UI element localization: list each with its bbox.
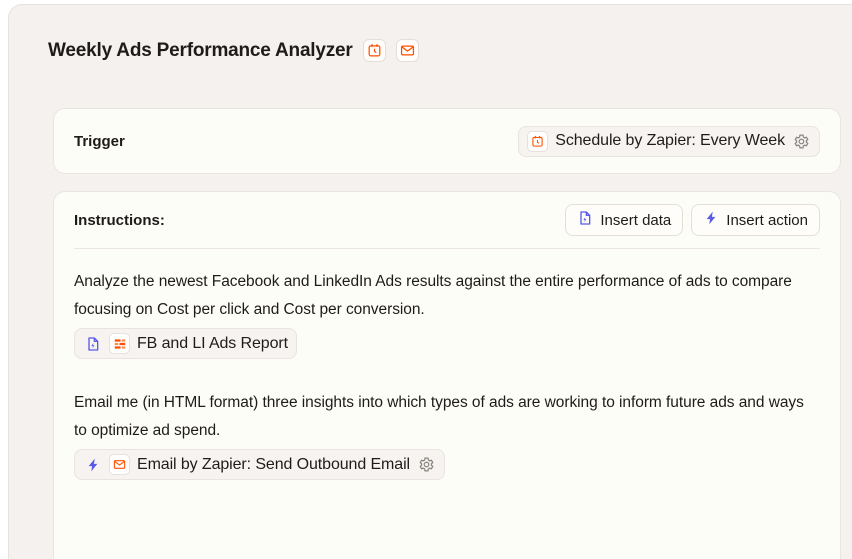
action-step-label: Email by Zapier: Send Outbound Email: [137, 455, 410, 473]
zapier-tables-icon: [109, 333, 130, 354]
lightning-bolt-icon: [703, 210, 719, 230]
instructions-label: Instructions:: [74, 211, 165, 229]
instructions-card: Instructions: Insert data Insert action …: [53, 191, 841, 559]
file-lightning-icon: [83, 333, 102, 354]
email-envelope-icon[interactable]: [395, 39, 419, 62]
instructions-header: Instructions: Insert data Insert action: [54, 192, 840, 248]
insert-action-label: Insert action: [726, 211, 808, 229]
instructions-toolbar: Insert data Insert action: [565, 204, 820, 236]
data-source-label: FB and LI Ads Report: [137, 334, 288, 352]
data-source-pill[interactable]: FB and LI Ads Report: [74, 328, 297, 359]
insert-data-button[interactable]: Insert data: [565, 204, 684, 236]
automation-editor-shell: Weekly Ads Performance Analyzer Trigger: [8, 4, 852, 559]
action-step-pill[interactable]: Email by Zapier: Send Outbound Email: [74, 449, 445, 480]
lightning-bolt-icon: [83, 454, 102, 475]
trigger-card: Trigger Schedule by Zapier: Every Week: [53, 108, 841, 174]
file-lightning-icon: [577, 210, 593, 230]
title-row: Weekly Ads Performance Analyzer: [48, 39, 419, 62]
insert-action-button[interactable]: Insert action: [691, 204, 820, 236]
header-divider: [74, 248, 820, 249]
trigger-step-label: Schedule by Zapier: Every Week: [555, 132, 785, 149]
instructions-body[interactable]: Analyze the newest Facebook and LinkedIn…: [74, 268, 820, 480]
page-title: Weekly Ads Performance Analyzer: [48, 39, 353, 61]
schedule-calendar-icon[interactable]: [362, 39, 386, 62]
instruction-paragraph: Email me (in HTML format) three insights…: [74, 394, 804, 439]
trigger-label: Trigger: [74, 132, 125, 150]
insert-data-label: Insert data: [600, 211, 672, 229]
trigger-step-pill[interactable]: Schedule by Zapier: Every Week: [518, 125, 820, 157]
schedule-calendar-icon: [527, 130, 549, 152]
instruction-pill-row: Email by Zapier: Send Outbound Email: [74, 449, 820, 480]
gear-icon[interactable]: [792, 131, 811, 152]
gear-icon[interactable]: [417, 454, 436, 475]
email-envelope-icon: [109, 454, 130, 475]
instruction-paragraph: Analyze the newest Facebook and LinkedIn…: [74, 273, 792, 318]
instruction-pill-row: FB and LI Ads Report: [74, 328, 820, 359]
